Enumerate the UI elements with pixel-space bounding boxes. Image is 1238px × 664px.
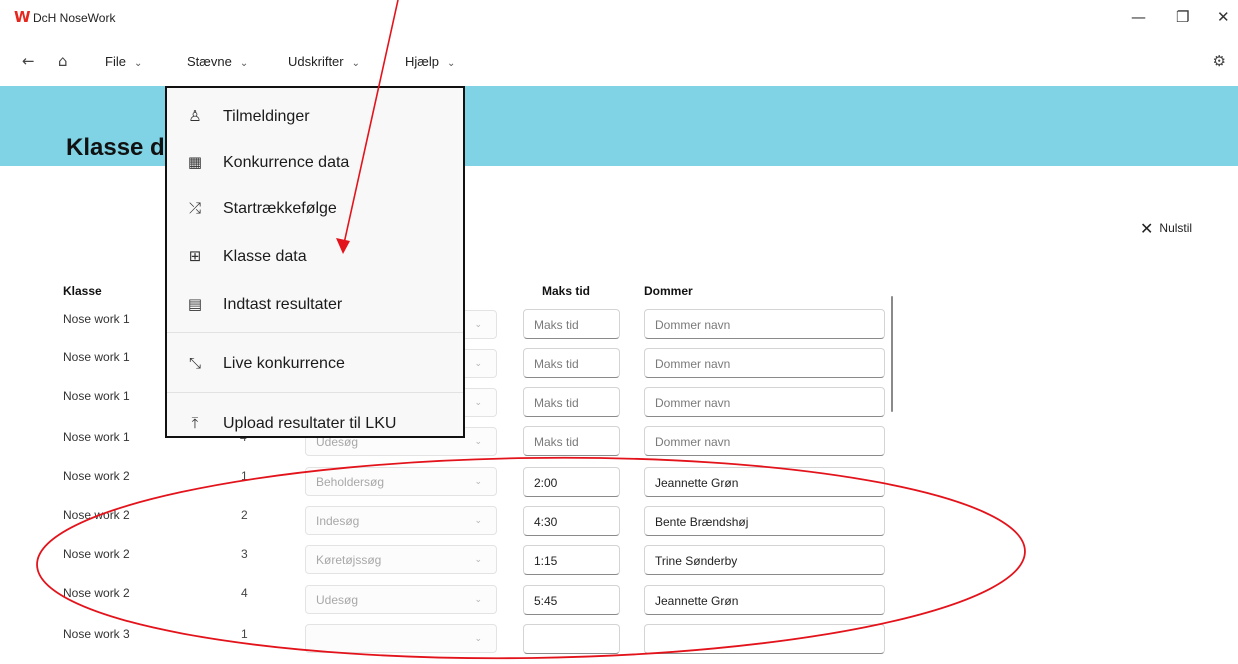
max-time-input[interactable]: Maks tid (523, 348, 620, 378)
class-number: 4 (241, 586, 248, 600)
max-time-input[interactable]: Maks tid (523, 387, 620, 417)
search-type-select[interactable]: ⌄ (305, 624, 497, 653)
judge-name-input[interactable]: Bente Brændshøj (644, 506, 885, 536)
menu-divider (167, 392, 463, 393)
title-bar: W DcH NoseWork — ❐ ✕ (0, 0, 1238, 38)
class-number: 1 (241, 627, 248, 641)
menu-udskrifter[interactable]: Udskrifter ⌄ (288, 54, 360, 69)
class-name: Nose work 2 (63, 547, 130, 561)
menu-file[interactable]: File ⌄ (105, 54, 142, 69)
shuffle-icon: ⤮ (188, 199, 201, 217)
people-list-icon: ♙ (188, 107, 202, 125)
menu-item-tilmeldinger[interactable]: ♙ Tilmeldinger (167, 95, 463, 139)
max-time-input[interactable]: 1:15 (523, 545, 620, 575)
chevron-down-icon: ⌄ (474, 634, 482, 644)
max-time-input[interactable]: 4:30 (523, 506, 620, 536)
menu-staevne[interactable]: Stævne ⌄ (187, 54, 248, 69)
menu-item-indtast-resultater[interactable]: ▤ Indtast resultater (167, 283, 463, 327)
menu-item-startraekkefolge[interactable]: ⤮ Startrækkefølge (167, 187, 463, 231)
column-header-klasse: Klasse (63, 284, 102, 298)
class-number: 1 (241, 469, 248, 483)
collapse-arrows-icon: ⤡ (188, 354, 201, 372)
reset-button[interactable]: ✕ Nulstil (1140, 219, 1192, 238)
judge-name-input[interactable]: Dommer navn (644, 426, 885, 456)
menu-item-klasse-data[interactable]: ⊞ Klasse data (167, 235, 463, 279)
chevron-down-icon: ⌄ (133, 58, 143, 69)
judge-name-input[interactable]: Dommer navn (644, 309, 885, 339)
calendar-icon: ▦ (187, 153, 203, 171)
chevron-down-icon: ⌄ (446, 58, 456, 69)
calculator-icon: ▤ (187, 295, 203, 313)
menu-hjaelp[interactable]: Hjælp ⌄ (405, 54, 455, 69)
max-time-input[interactable]: 2:00 (523, 467, 620, 497)
page-title: Klasse d (66, 134, 165, 161)
max-time-input[interactable]: Maks tid (523, 426, 620, 456)
chevron-down-icon: ⌄ (351, 58, 361, 69)
close-icon: ✕ (1140, 219, 1154, 238)
max-time-input[interactable] (523, 624, 620, 654)
chevron-down-icon: ⌄ (474, 555, 482, 565)
judge-name-input[interactable]: Trine Sønderby (644, 545, 885, 575)
app-title: DcH NoseWork (33, 11, 116, 25)
minimize-icon[interactable]: — (1131, 8, 1146, 26)
class-name: Nose work 2 (63, 586, 130, 600)
chevron-down-icon: ⌄ (474, 320, 482, 330)
back-arrow-icon[interactable]: ← (22, 52, 35, 70)
judge-name-input[interactable] (644, 624, 885, 654)
scrollbar[interactable] (891, 296, 893, 412)
grid-icon: ⊞ (188, 247, 202, 265)
class-name: Nose work 1 (63, 430, 130, 444)
upload-icon: ⤒ (191, 414, 199, 432)
chevron-down-icon: ⌄ (474, 359, 482, 369)
chevron-down-icon: ⌄ (474, 595, 482, 605)
class-name: Nose work 2 (63, 508, 130, 522)
class-name: Nose work 2 (63, 469, 130, 483)
close-icon[interactable]: ✕ (1217, 8, 1230, 26)
menu-item-upload-resultater[interactable]: ⤒ Upload resultater til LKU (167, 402, 463, 446)
menu-bar: ← ⌂ File ⌄ Stævne ⌄ Udskrifter ⌄ Hjælp ⌄ ⚙ (0, 38, 1238, 89)
max-time-input[interactable]: Maks tid (523, 309, 620, 339)
chevron-down-icon: ⌄ (474, 437, 482, 447)
class-name: Nose work 1 (63, 350, 130, 364)
menu-divider (167, 332, 463, 333)
chevron-down-icon: ⌄ (474, 398, 482, 408)
judge-name-input[interactable]: Jeannette Grøn (644, 467, 885, 497)
class-name: Nose work 1 (63, 389, 130, 403)
judge-name-input[interactable]: Dommer navn (644, 348, 885, 378)
class-number: 2 (241, 508, 248, 522)
class-number: 3 (241, 547, 248, 561)
menu-item-konkurrence-data[interactable]: ▦ Konkurrence data (167, 141, 463, 185)
home-icon[interactable]: ⌂ (58, 52, 68, 70)
column-header-maks-tid: Maks tid (542, 284, 591, 298)
judge-name-input[interactable]: Jeannette Grøn (644, 585, 885, 615)
app-logo: W (14, 8, 31, 26)
chevron-down-icon: ⌄ (474, 477, 482, 487)
menu-item-live-konkurrence[interactable]: ⤡ Live konkurrence (167, 342, 463, 386)
gear-icon[interactable]: ⚙ (1213, 52, 1226, 70)
class-name: Nose work 1 (63, 312, 130, 326)
search-type-select[interactable]: Udesøg ⌄ (305, 585, 497, 614)
chevron-down-icon: ⌄ (239, 58, 249, 69)
search-type-select[interactable]: Beholdersøg ⌄ (305, 467, 497, 496)
search-type-select[interactable]: Indesøg ⌄ (305, 506, 497, 535)
search-type-select[interactable]: Køretøjssøg ⌄ (305, 545, 497, 574)
chevron-down-icon: ⌄ (474, 516, 482, 526)
max-time-input[interactable]: 5:45 (523, 585, 620, 615)
column-header-dommer: Dommer (644, 284, 693, 298)
staevne-dropdown-menu: ♙ Tilmeldinger ▦ Konkurrence data ⤮ Star… (165, 86, 465, 438)
judge-name-input[interactable]: Dommer navn (644, 387, 885, 417)
restore-icon[interactable]: ❐ (1176, 8, 1189, 26)
class-name: Nose work 3 (63, 627, 130, 641)
